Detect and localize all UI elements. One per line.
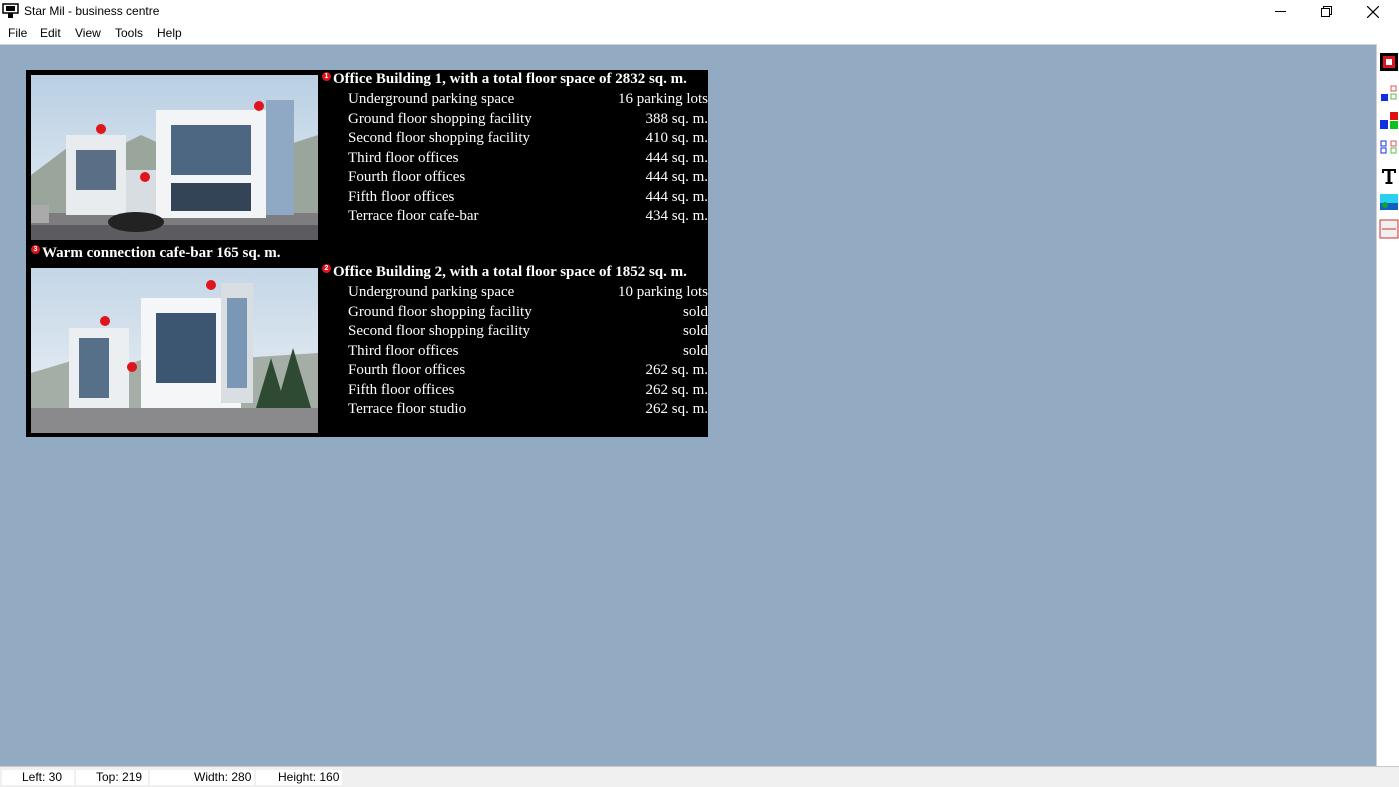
row-value: 16 parking lots <box>618 91 708 107</box>
status-width: Width: 280 <box>150 770 254 785</box>
menu-help[interactable]: Help <box>157 26 182 40</box>
menu-file[interactable]: File <box>8 26 27 40</box>
row-value: sold <box>682 303 708 320</box>
table-row: Ground floor shopping facility sold <box>348 304 708 324</box>
row-value: 444 sq. m. <box>645 188 708 205</box>
connection-marker: 3 <box>31 245 40 254</box>
row-label: Terrace floor studio <box>348 401 467 417</box>
row-value: 444 sq. m. <box>645 169 708 185</box>
table-row: Fourth floor offices 262 sq. m. <box>348 362 708 382</box>
document-panel[interactable]: 1 Office Building 1, with a total floor … <box>26 70 708 437</box>
row-label: Fourth floor offices <box>348 362 466 378</box>
row-label: Second floor shopping facility <box>348 323 531 339</box>
restore-icon <box>1320 6 1332 17</box>
table-row: Ground floor shopping facility 388 sq. m. <box>348 111 708 131</box>
row-value: 388 sq. m. <box>645 110 708 127</box>
row-label: Underground parking space <box>348 91 515 107</box>
shapes-small-2-icon[interactable] <box>1379 137 1399 157</box>
table-row: Second floor shopping facility 410 sq. m. <box>348 130 708 150</box>
connection-title: Warm connection cafe-bar 165 sq. m. <box>42 245 281 261</box>
row-label: Ground floor shopping facility <box>348 303 532 320</box>
right-toolbar <box>1376 44 1399 766</box>
building2-marker: 2 <box>322 264 331 273</box>
close-icon <box>1367 5 1379 18</box>
restore-button[interactable] <box>1303 0 1349 23</box>
table-row: Terrace floor cafe-bar 434 sq. m. <box>348 208 708 228</box>
frame-tool-icon[interactable] <box>1379 219 1399 239</box>
row-label: Fifth floor offices <box>348 188 455 205</box>
row-label: Ground floor shopping facility <box>348 110 532 127</box>
table-row: Underground parking space 10 parking lots <box>348 284 708 304</box>
building2-title: Office Building 2, with a total floor sp… <box>333 264 687 280</box>
table-row: Underground parking space 16 parking lots <box>348 91 708 111</box>
status-left: Left: 30 <box>2 770 74 785</box>
menu-view[interactable]: View <box>75 26 101 40</box>
building2-table: Underground parking space 10 parking lots… <box>348 284 708 424</box>
row-label: Third floor offices <box>348 149 459 166</box>
shapes-color-icon[interactable] <box>1379 111 1399 131</box>
table-row: Terrace floor studio 262 sq. m. <box>348 401 708 421</box>
status-top: Top: 219 <box>76 770 148 785</box>
menu-edit[interactable]: Edit <box>40 26 61 40</box>
building1-table: Underground parking space 16 parking lots… <box>348 91 708 231</box>
status-bar: Left: 30 Top: 219 Width: 280 Height: 160 <box>0 766 1399 787</box>
table-row: Third floor offices sold <box>348 343 708 363</box>
row-value: sold <box>682 342 708 359</box>
row-label: Terrace floor cafe-bar <box>348 208 479 224</box>
menu-bar: File Edit View Tools Help <box>0 23 1399 44</box>
row-label: Second floor shopping facility <box>348 130 531 146</box>
row-label: Fourth floor offices <box>348 169 466 185</box>
red-box-tool-icon[interactable] <box>1379 52 1399 72</box>
row-value: 262 sq. m. <box>645 362 708 378</box>
row-value: 444 sq. m. <box>645 149 708 166</box>
minimize-icon <box>1274 11 1286 12</box>
row-value: 262 sq. m. <box>645 381 708 398</box>
table-row: Fourth floor offices 444 sq. m. <box>348 169 708 189</box>
row-value: 262 sq. m. <box>645 401 708 417</box>
minimize-button[interactable] <box>1257 0 1303 23</box>
table-row: Fifth floor offices 444 sq. m. <box>348 189 708 209</box>
status-height: Height: 160 <box>256 770 342 785</box>
row-value: 10 parking lots <box>618 284 708 300</box>
row-value: 410 sq. m. <box>645 130 708 146</box>
table-row: Third floor offices 444 sq. m. <box>348 150 708 170</box>
app-icon <box>2 3 19 18</box>
row-value: 434 sq. m. <box>645 208 708 224</box>
close-button[interactable] <box>1350 0 1396 23</box>
building1-photo[interactable] <box>31 75 318 240</box>
building1-title: Office Building 1, with a total floor sp… <box>333 71 687 87</box>
row-label: Third floor offices <box>348 342 459 359</box>
shapes-small-icon[interactable] <box>1379 84 1399 104</box>
row-value: sold <box>682 323 708 339</box>
row-label: Fifth floor offices <box>348 381 455 398</box>
menu-tools[interactable]: Tools <box>115 26 143 40</box>
text-tool-icon[interactable] <box>1379 166 1399 186</box>
building1-marker: 1 <box>322 72 331 81</box>
table-row: Fifth floor offices 262 sq. m. <box>348 382 708 402</box>
title-bar: Star Mil - business centre <box>0 0 1399 23</box>
image-tool-icon[interactable] <box>1379 192 1399 212</box>
table-row: Second floor shopping facility sold <box>348 323 708 343</box>
row-label: Underground parking space <box>348 284 515 300</box>
building2-photo[interactable] <box>31 268 318 433</box>
window-title: Star Mil - business centre <box>24 4 160 18</box>
